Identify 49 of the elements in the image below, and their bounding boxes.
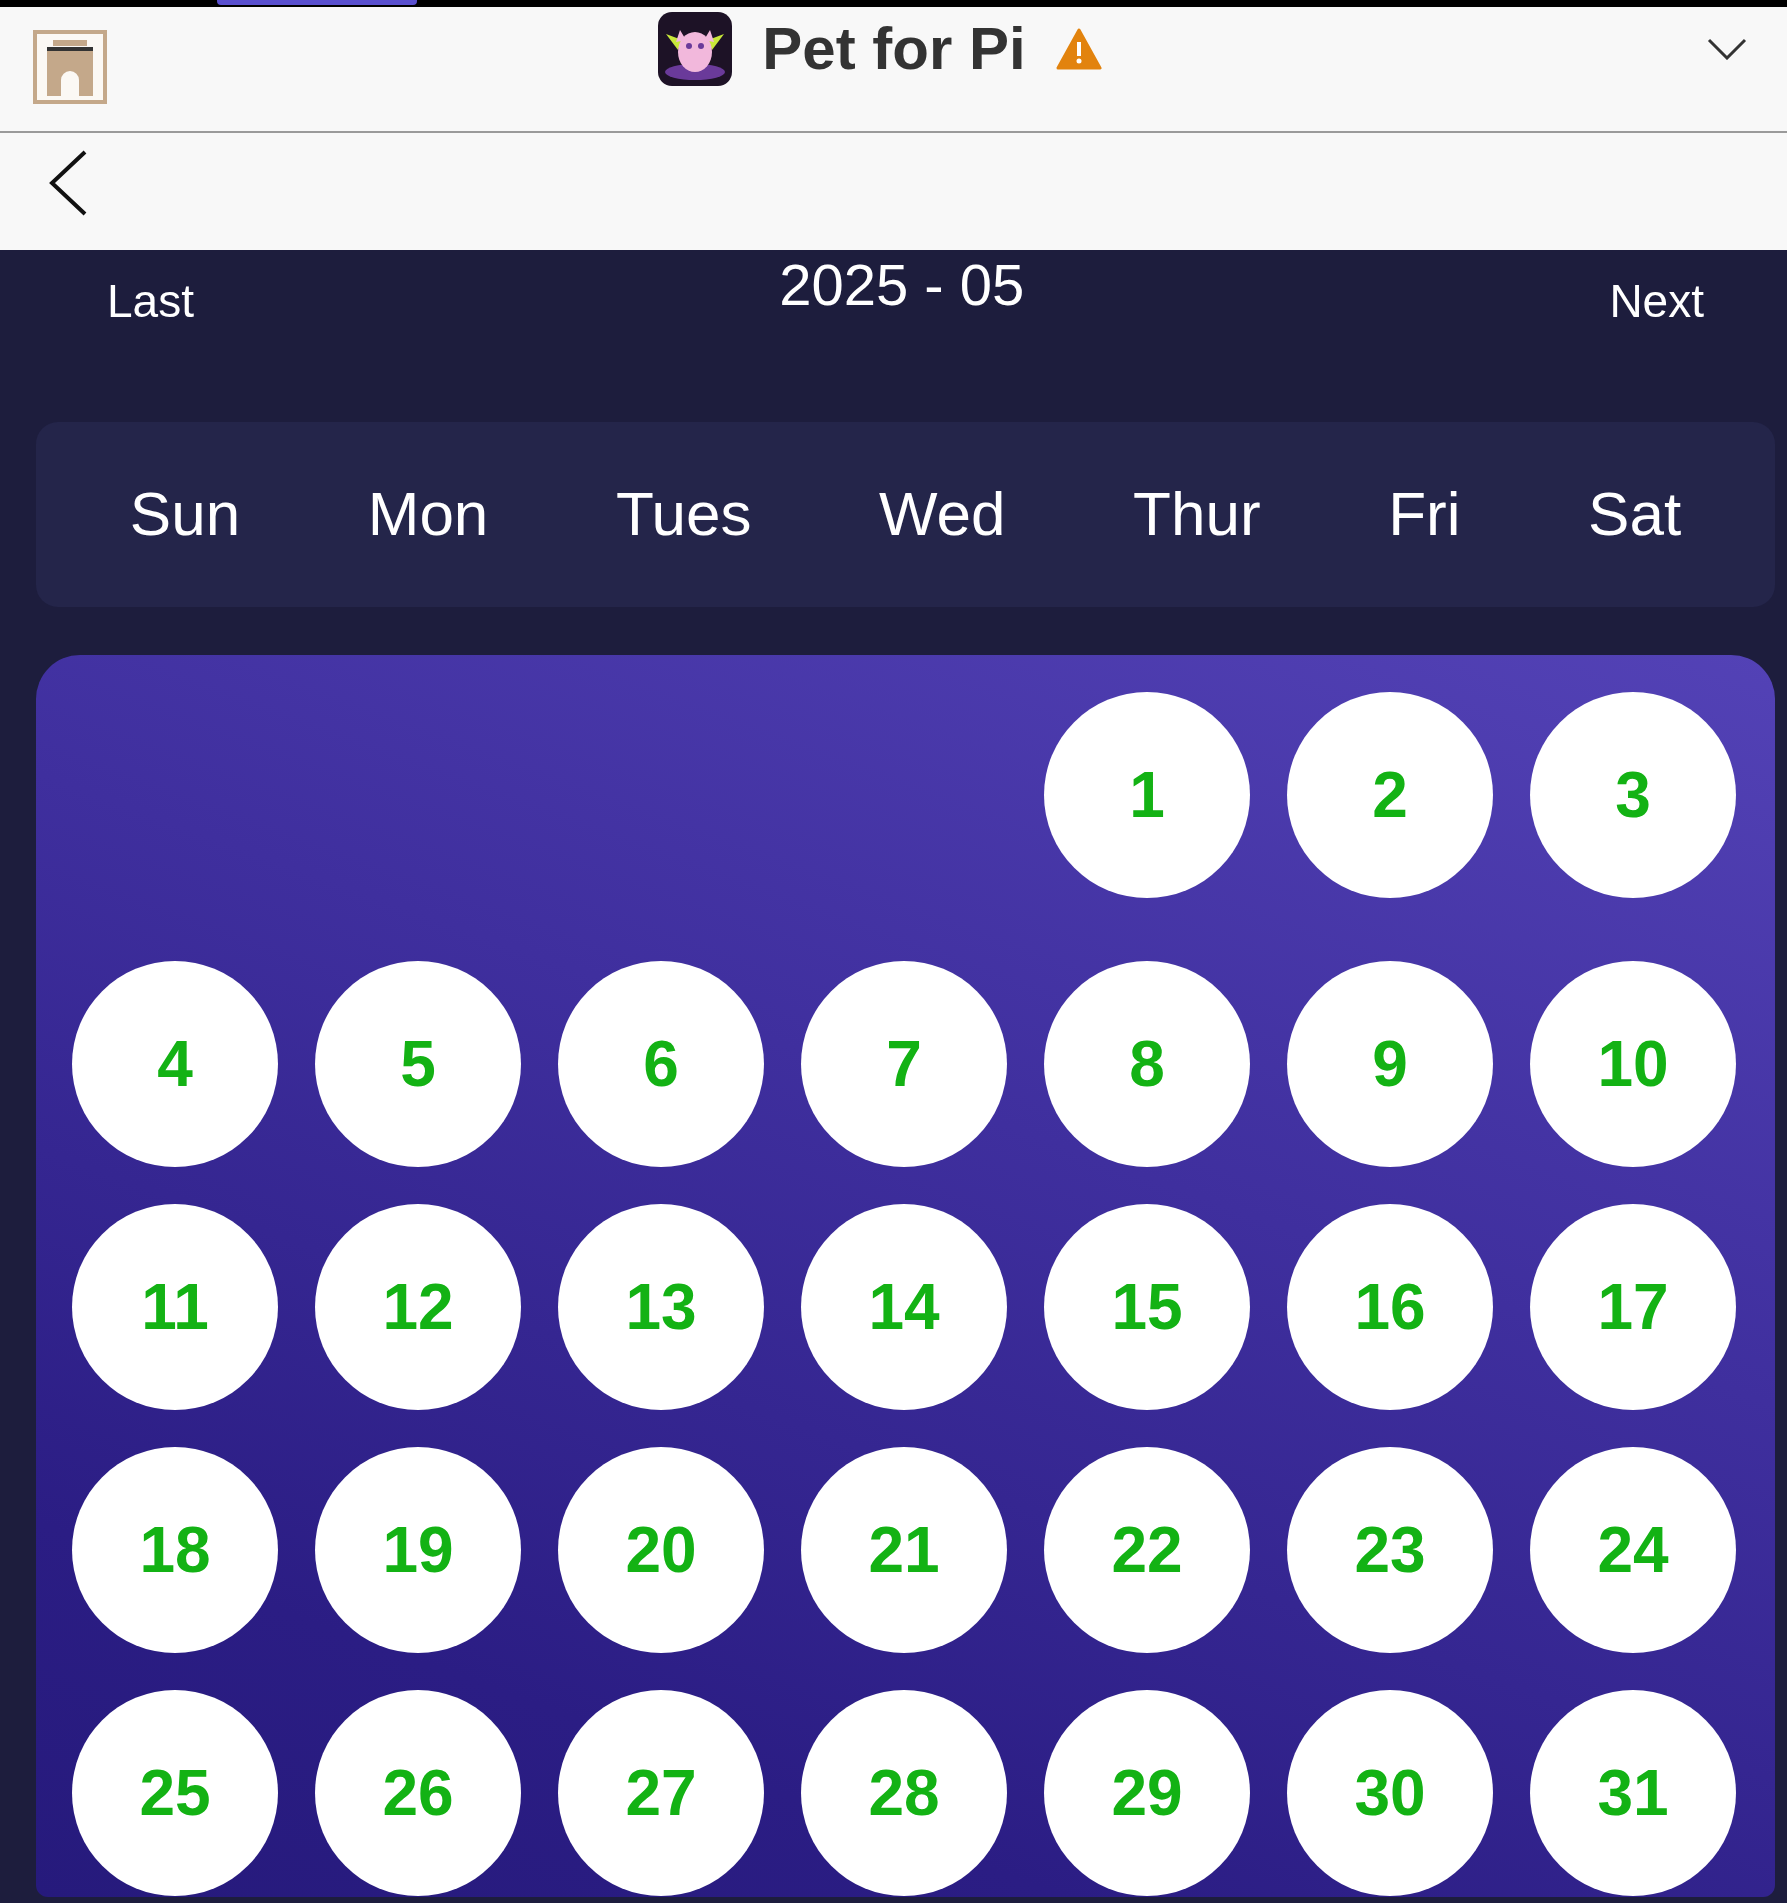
- month-title: 2025 - 05: [779, 251, 1025, 319]
- day-button[interactable]: 25: [72, 1690, 278, 1896]
- weekday-label: Thur: [1133, 478, 1261, 551]
- weekday-label: Wed: [879, 478, 1006, 551]
- day-button[interactable]: 19: [315, 1447, 521, 1653]
- day-button[interactable]: 4: [72, 961, 278, 1167]
- day-button[interactable]: 9: [1287, 961, 1493, 1167]
- chevron-down-icon: [1707, 38, 1747, 60]
- day-button[interactable]: 21: [801, 1447, 1007, 1653]
- day-button[interactable]: 22: [1044, 1447, 1250, 1653]
- app-icon: [658, 12, 733, 86]
- day-button[interactable]: 15: [1044, 1204, 1250, 1410]
- day-button[interactable]: 8: [1044, 961, 1250, 1167]
- day-button[interactable]: 14: [801, 1204, 1007, 1410]
- day-button[interactable]: 16: [1287, 1204, 1493, 1410]
- dropdown-button[interactable]: [1707, 38, 1747, 60]
- warning-icon: [1055, 28, 1102, 70]
- weekday-label: Tues: [615, 478, 752, 551]
- day-button[interactable]: 6: [558, 961, 764, 1167]
- day-button[interactable]: 27: [558, 1690, 764, 1896]
- weekday-label: Sat: [1588, 478, 1682, 551]
- day-button[interactable]: 5: [315, 961, 521, 1167]
- day-button[interactable]: 20: [558, 1447, 764, 1653]
- back-chevron-icon: [48, 150, 88, 216]
- day-button[interactable]: 26: [315, 1690, 521, 1896]
- weekday-label: Fri: [1388, 478, 1461, 551]
- back-button[interactable]: [48, 150, 88, 216]
- next-month-button[interactable]: Next: [1609, 274, 1704, 330]
- day-button[interactable]: 13: [558, 1204, 764, 1410]
- day-button[interactable]: 28: [801, 1690, 1007, 1896]
- weekday-label: Sun: [129, 478, 241, 551]
- weekday-label: Mon: [367, 478, 489, 551]
- day-button[interactable]: 30: [1287, 1690, 1493, 1896]
- day-button[interactable]: 12: [315, 1204, 521, 1410]
- day-button[interactable]: 7: [801, 961, 1007, 1167]
- app-title: Pet for Pi: [762, 14, 1026, 84]
- day-button[interactable]: 3: [1530, 692, 1736, 898]
- day-button[interactable]: 2: [1287, 692, 1493, 898]
- day-button[interactable]: 11: [72, 1204, 278, 1410]
- day-button[interactable]: 18: [72, 1447, 278, 1653]
- day-button[interactable]: 29: [1044, 1690, 1250, 1896]
- castle-icon[interactable]: [33, 30, 107, 104]
- day-button[interactable]: 23: [1287, 1447, 1493, 1653]
- day-button[interactable]: 31: [1530, 1690, 1736, 1896]
- day-button[interactable]: 10: [1530, 961, 1736, 1167]
- day-button[interactable]: 1: [1044, 692, 1250, 898]
- day-button[interactable]: 17: [1530, 1204, 1736, 1410]
- previous-month-button[interactable]: Last: [107, 274, 194, 330]
- day-button[interactable]: 24: [1530, 1447, 1736, 1653]
